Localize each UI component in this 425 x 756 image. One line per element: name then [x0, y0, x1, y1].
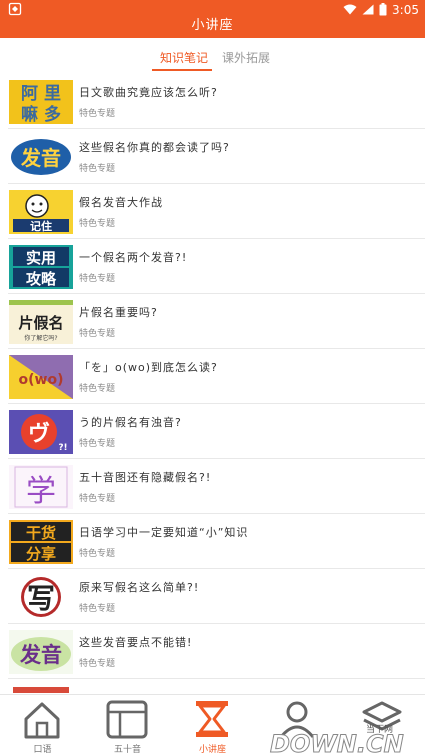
item-title: 一个假名两个发音?! — [79, 251, 188, 264]
thumb-text: 嘛 多 — [21, 104, 61, 124]
home-icon — [24, 702, 60, 739]
thumb-text: o(wo) — [19, 372, 64, 388]
page-title: 小讲座 — [191, 18, 234, 33]
thumb-text: 干货 — [26, 524, 56, 542]
item-title: 假名发音大作战 — [79, 196, 163, 209]
item-category: 特色专题 — [79, 604, 116, 614]
tab-extracurricular[interactable]: 课外拓展 — [222, 49, 270, 66]
nav-fifty-sounds[interactable]: 五十音 — [85, 695, 170, 756]
item-thumbnail: 发音 — [9, 630, 73, 674]
thumb-text: 攻略 — [26, 270, 57, 288]
list-item[interactable]: 发音 这些发音要点不能错! 特色专题 — [0, 624, 425, 679]
item-title: 原来写假名这么简单?! — [79, 581, 200, 594]
item-category: 特色专题 — [79, 164, 116, 174]
watermark-logo: 当下网 DOWN.CN — [270, 723, 405, 756]
wifi-icon — [343, 4, 357, 15]
item-title: う的片假名有浊音? — [79, 416, 182, 429]
lecture-list[interactable]: 阿 里 嘛 多 日文歌曲究竟应该怎么听? 特色专题 发音 这些假名你真的都会读了… — [0, 74, 425, 694]
app-header: 小讲座 — [0, 19, 425, 38]
item-category: 特色专题 — [79, 659, 116, 669]
item-thumbnail: 记住 — [9, 190, 73, 234]
item-category: 特色专题 — [79, 274, 116, 284]
item-category: 特色专题 — [79, 109, 116, 119]
thumb-text: ?! — [58, 443, 67, 453]
nav-label: 五十音 — [113, 745, 141, 755]
list-item[interactable]: ヴ ?! う的片假名有浊音? 特色专题 — [0, 404, 425, 459]
item-title: 五十音图还有隐藏假名?! — [79, 471, 212, 484]
list-item[interactable]: 实用 攻略 一个假名两个发音?! 特色专题 — [0, 239, 425, 294]
status-icons: 3:05 — [343, 1, 419, 18]
active-tab-indicator — [152, 69, 212, 71]
nav-spoken[interactable]: 口语 — [0, 695, 85, 756]
thumb-text: 发音 — [20, 146, 61, 170]
signal-icon — [362, 4, 374, 15]
app-notification-icon — [8, 2, 22, 16]
item-title: 片假名重要吗? — [79, 306, 158, 319]
item-thumbnail: o(wo) — [9, 355, 73, 399]
thumb-text: ヴ — [28, 421, 50, 447]
nav-label: 小讲座 — [198, 745, 226, 755]
item-thumbnail: 学 — [9, 465, 73, 509]
grid-icon — [106, 700, 148, 739]
nav-lecture[interactable]: 小讲座 — [170, 695, 255, 756]
thumb-text: 阿 里 — [21, 84, 61, 104]
item-category: 特色专题 — [79, 329, 116, 339]
thumb-text: 你了解它吗? — [24, 334, 57, 342]
thumb-text: 分享 — [26, 545, 56, 563]
thumb-text: 发音 — [19, 643, 62, 667]
item-category: 特色专题 — [79, 549, 116, 559]
item-thumbnail: 干货 分享 — [9, 520, 73, 564]
item-thumbnail: ヴ ?! — [9, 410, 73, 454]
list-item[interactable]: 学 五十音图还有隐藏假名?! 特色专题 — [0, 459, 425, 514]
item-title: 日文歌曲究竟应该怎么听? — [79, 86, 218, 99]
item-category: 特色专题 — [79, 439, 116, 449]
thumb-text: 写 — [27, 582, 55, 615]
item-thumbnail: 片假名 你了解它吗? — [9, 300, 73, 344]
list-item[interactable] — [0, 679, 425, 694]
item-category: 特色专题 — [79, 494, 116, 504]
item-category: 特色专题 — [79, 219, 116, 229]
list-item[interactable]: 片假名 你了解它吗? 片假名重要吗? 特色专题 — [0, 294, 425, 349]
thumb-text: 学 — [26, 474, 56, 509]
nav-label: 口语 — [33, 745, 52, 755]
thumb-text: 记住 — [30, 219, 52, 233]
battery-icon — [379, 3, 387, 16]
item-thumbnail: 阿 里 嘛 多 — [9, 80, 73, 124]
item-thumbnail: 发音 — [9, 135, 73, 179]
item-title: 这些假名你真的都会读了吗? — [79, 141, 230, 154]
list-item[interactable]: 发音 这些假名你真的都会读了吗? 特色专题 — [0, 129, 425, 184]
thumb-text: 实用 — [26, 249, 56, 267]
item-thumbnail — [9, 685, 73, 694]
tab-bar: 知识笔记 课外拓展 — [0, 38, 425, 72]
item-title: 日语学习中一定要知道“小”知识 — [79, 526, 249, 539]
status-bar: 3:05 — [0, 0, 425, 19]
list-item[interactable]: o(wo) 「を」o(wo)到底怎么读? 特色专题 — [0, 349, 425, 404]
list-item[interactable]: 记住 假名发音大作战 特色专题 — [0, 184, 425, 239]
item-category: 特色专题 — [79, 384, 116, 394]
item-thumbnail: 实用 攻略 — [9, 245, 73, 289]
tab-knowledge-notes[interactable]: 知识笔记 — [160, 49, 208, 66]
list-item[interactable]: 阿 里 嘛 多 日文歌曲究竟应该怎么听? 特色专题 — [0, 74, 425, 129]
status-time: 3:05 — [392, 2, 419, 17]
list-item[interactable]: 写 原来写假名这么简单?! 特色专题 — [0, 569, 425, 624]
item-thumbnail: 写 — [9, 575, 73, 619]
thumb-text: 片假名 — [18, 314, 63, 332]
item-title: 「を」o(wo)到底怎么读? — [79, 361, 218, 374]
hourglass-icon — [196, 701, 228, 737]
item-title: 这些发音要点不能错! — [79, 636, 193, 649]
watermark-text: DOWN.CN — [270, 730, 404, 756]
list-item[interactable]: 干货 分享 日语学习中一定要知道“小”知识 特色专题 — [0, 514, 425, 569]
